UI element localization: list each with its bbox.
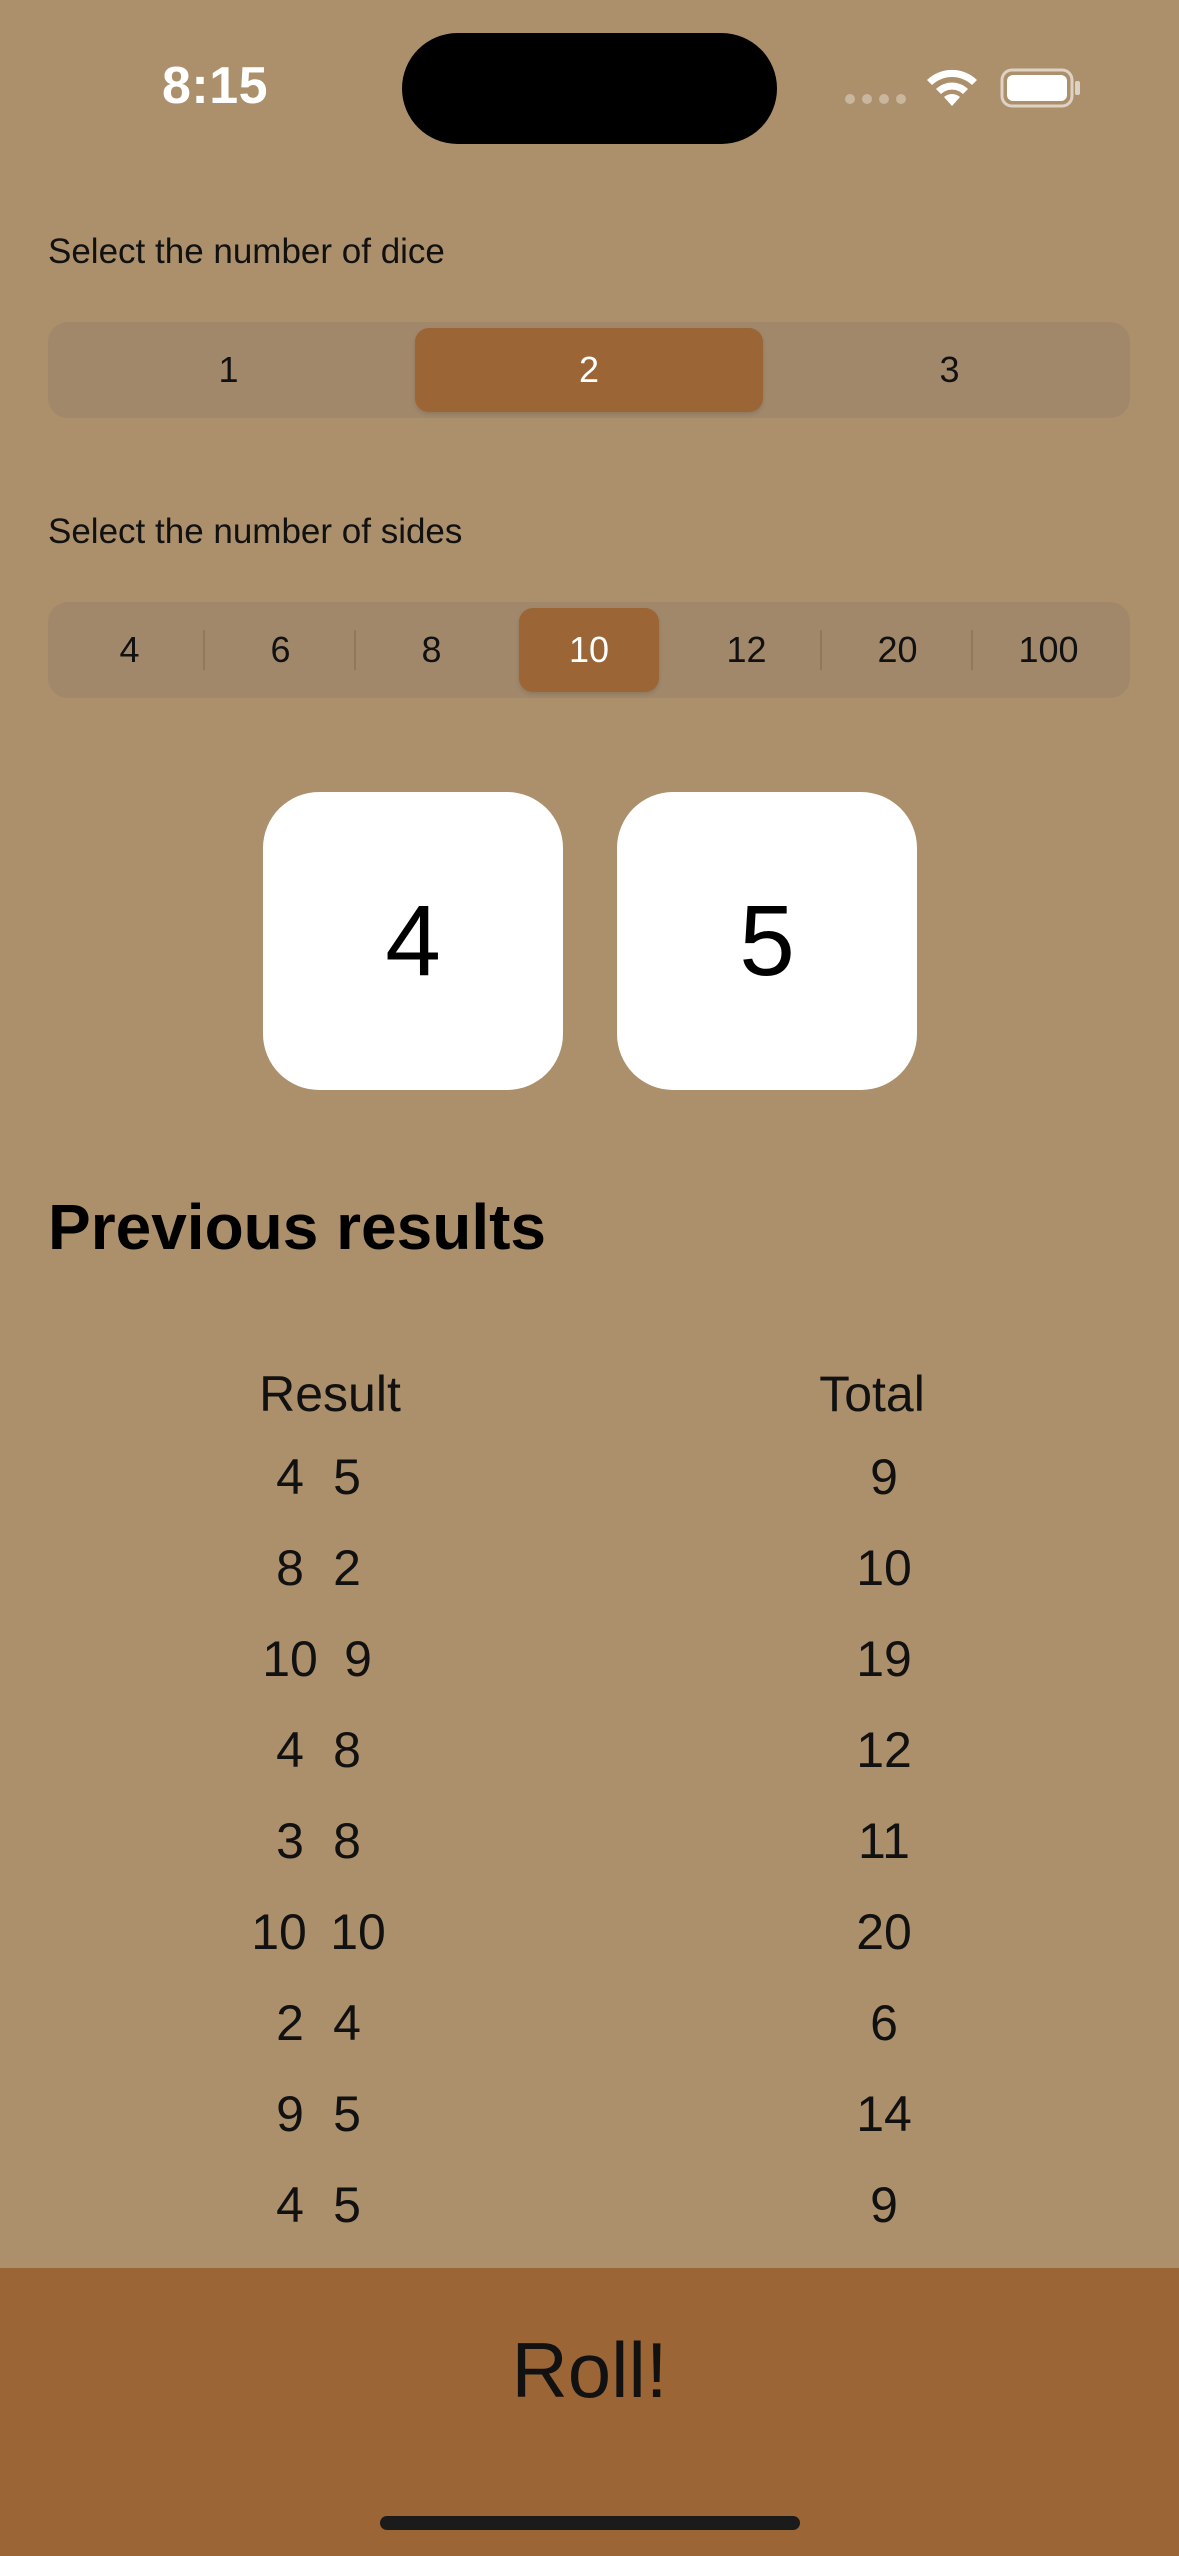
result-die-1: 4 — [276, 1449, 304, 1505]
result-row: 8 2 10 — [0, 1539, 1179, 1630]
result-die-2: 5 — [333, 2177, 361, 2233]
result-total: 6 — [870, 1995, 898, 2051]
sides-option-100[interactable]: 100 — [973, 608, 1124, 692]
result-total: 9 — [870, 1449, 898, 1505]
dynamic-island — [402, 33, 777, 144]
result-die-2: 8 — [333, 1813, 361, 1869]
result-die-1: 2 — [276, 1995, 304, 2051]
result-total: 19 — [856, 1631, 912, 1687]
results-list: 4 5 9 8 2 10 10 9 19 4 8 12 3 8 11 10 10… — [0, 1448, 1179, 2267]
home-indicator[interactable] — [380, 2516, 800, 2530]
result-row: 3 8 11 — [0, 1812, 1179, 1903]
result-row: 4 8 12 — [0, 1721, 1179, 1812]
sides-option-20[interactable]: 20 — [822, 608, 973, 692]
result-row: 2 4 6 — [0, 1994, 1179, 2085]
result-die-2: 5 — [333, 1449, 361, 1505]
sides-option-6[interactable]: 6 — [205, 608, 356, 692]
result-die-2: 8 — [333, 1722, 361, 1778]
result-row: 10 10 20 — [0, 1903, 1179, 1994]
battery-icon — [1000, 68, 1080, 108]
result-total: 14 — [856, 2086, 912, 2142]
result-row: 4 5 9 — [0, 1448, 1179, 1539]
die-1: 4 — [263, 792, 563, 1090]
die-2: 5 — [617, 792, 917, 1090]
result-row: 10 9 19 — [0, 1630, 1179, 1721]
dice-count-option-2[interactable]: 2 — [415, 328, 763, 412]
result-row: 4 5 9 — [0, 2176, 1179, 2267]
result-column-header: Result — [259, 1366, 401, 1422]
cellular-signal-icon — [845, 94, 906, 104]
result-die-1: 4 — [276, 1722, 304, 1778]
result-die-2: 4 — [333, 1995, 361, 2051]
result-die-1: 9 — [276, 2086, 304, 2142]
sides-option-4[interactable]: 4 — [54, 608, 205, 692]
dice-count-option-3[interactable]: 3 — [775, 328, 1124, 412]
result-die-1: 10 — [251, 1904, 307, 1960]
result-die-1: 10 — [262, 1631, 318, 1687]
status-time: 8:15 — [162, 57, 269, 115]
dice-count-option-1[interactable]: 1 — [54, 328, 403, 412]
previous-results-title: Previous results — [48, 1191, 546, 1263]
result-total: 12 — [856, 1722, 912, 1778]
result-row: 9 5 14 — [0, 2085, 1179, 2176]
result-die-1: 4 — [276, 2177, 304, 2233]
wifi-icon — [927, 69, 977, 106]
result-die-2: 10 — [330, 1904, 386, 1960]
result-die-1: 8 — [276, 1540, 304, 1596]
result-die-2: 9 — [344, 1631, 372, 1687]
dice-count-label: Select the number of dice — [48, 232, 445, 271]
result-total: 11 — [858, 1813, 910, 1869]
sides-option-12[interactable]: 12 — [671, 608, 822, 692]
roll-button[interactable]: Roll! — [0, 2310, 1179, 2430]
sides-picker: 4 6 8 10 12 20 100 — [48, 602, 1130, 698]
sides-option-8[interactable]: 8 — [356, 608, 507, 692]
sides-label: Select the number of sides — [48, 512, 463, 551]
sides-option-10[interactable]: 10 — [519, 608, 659, 692]
result-die-2: 5 — [333, 2086, 361, 2142]
result-die-1: 3 — [276, 1813, 304, 1869]
result-die-2: 2 — [333, 1540, 361, 1596]
dice-count-picker: 1 2 3 — [48, 322, 1130, 418]
result-total: 9 — [870, 2177, 898, 2233]
result-total: 20 — [856, 1904, 912, 1960]
result-total: 10 — [856, 1540, 912, 1596]
total-column-header: Total — [819, 1366, 925, 1422]
